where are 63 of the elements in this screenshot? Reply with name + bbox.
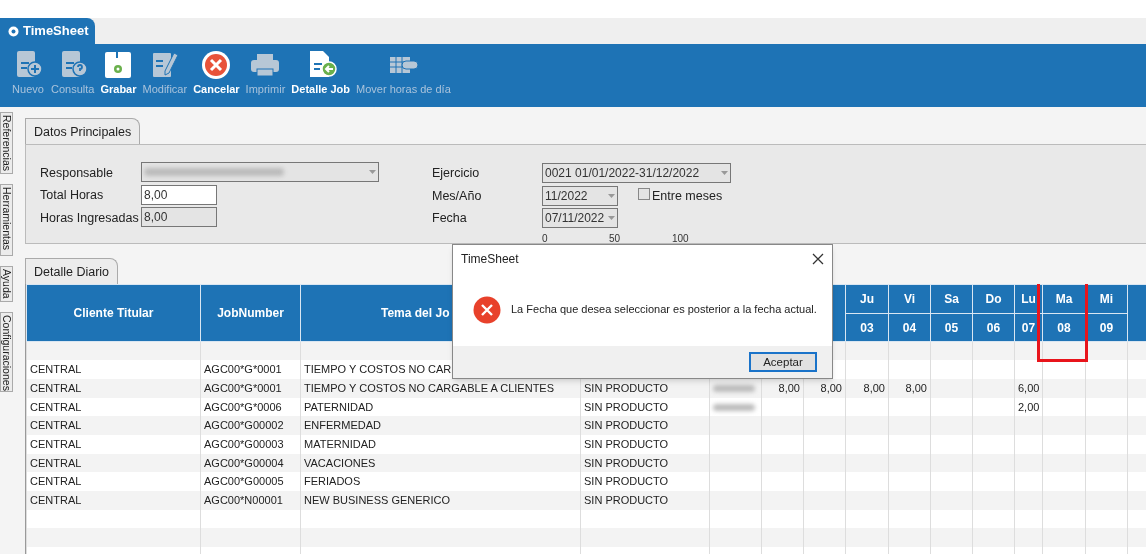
field-label: Ejercicio: [432, 165, 480, 182]
side-tab[interactable]: Ayuda: [0, 266, 13, 302]
table-cell: SIN PRODUCTO: [580, 491, 710, 510]
column-header[interactable]: Vi: [888, 284, 931, 314]
field-label: Responsable: [40, 165, 113, 182]
table-cell: AGC00*G*0001: [200, 360, 301, 379]
table-cell: AGC00*G00003: [200, 434, 301, 454]
field-label: Mes/Año: [432, 188, 482, 205]
column-header[interactable]: Do: [972, 284, 1015, 314]
table-cell: AGC00*G*0001: [200, 378, 301, 398]
table-cell: 6,00: [1014, 378, 1043, 398]
field-label: Total Horas: [40, 187, 104, 204]
error-icon: [473, 295, 501, 324]
toolbar-button[interactable]: Grabar: [99, 49, 138, 96]
dropdown-field[interactable]: [141, 162, 379, 182]
column-header[interactable]: Sa: [930, 284, 973, 314]
logo-icon: [8, 25, 19, 37]
table-cell: CENTRAL: [26, 416, 201, 435]
close-icon[interactable]: [812, 253, 824, 265]
dropdown-icon: [608, 216, 615, 220]
dropdown-field[interactable]: 11/2022: [542, 186, 618, 206]
field-label: Fecha: [432, 210, 467, 227]
table-cell: AGC00*G00002: [200, 416, 301, 435]
table-cell: CENTRAL: [26, 378, 201, 398]
app-tab[interactable]: TimeSheet: [0, 18, 95, 44]
table-cell: NEW BUSINESS GENERICO: [300, 491, 581, 510]
column-header[interactable]: Mi: [1085, 284, 1128, 314]
table-cell: CENTRAL: [26, 360, 201, 379]
table-cell: SIN PRODUCTO: [580, 434, 710, 454]
table-cell: CENTRAL: [26, 491, 201, 510]
table-cell: MATERNIDAD: [300, 434, 581, 454]
dropdown-field[interactable]: 07/11/2022: [542, 208, 618, 228]
table-cell: SIN PRODUCTO: [580, 416, 710, 435]
scale-label: 0: [542, 232, 548, 246]
side-tab[interactable]: Referencias: [0, 112, 13, 174]
table-cell: ENFERMEDAD: [300, 416, 581, 435]
dropdown-icon: [608, 194, 615, 198]
dropdown-icon: [369, 170, 376, 174]
field-label: Entre meses: [652, 188, 723, 205]
side-tab[interactable]: Herramientas: [0, 184, 13, 256]
table-cell: CENTRAL: [26, 434, 201, 454]
dropdown-icon: [721, 171, 728, 175]
table-cell: 8,00: [888, 378, 931, 398]
toolbar-button[interactable]: Detalle Job: [290, 49, 351, 96]
toolbar-button[interactable]: Cancelar: [192, 49, 241, 96]
table-cell: AGC00*N00001: [200, 491, 301, 510]
column-header[interactable]: Cliente Titular: [26, 284, 201, 342]
ok-button[interactable]: Aceptar: [749, 352, 817, 372]
column-header[interactable]: JobNumber: [200, 284, 301, 342]
dialog-title: TimeSheet: [461, 251, 519, 268]
field-label: Horas Ingresadas: [40, 210, 139, 227]
column-header[interactable]: Ju: [845, 284, 889, 314]
column-header[interactable]: Ma: [1042, 284, 1086, 314]
checkbox[interactable]: [638, 188, 650, 200]
input-field[interactable]: 8,00: [141, 207, 217, 227]
input-field[interactable]: 8,00: [141, 185, 217, 205]
scale-label: 100: [672, 232, 689, 246]
table-cell: 8,00: [845, 378, 889, 398]
scale-label: 50: [609, 232, 621, 246]
side-tab[interactable]: Configuraciones: [0, 312, 13, 392]
section-tab[interactable]: Detalle Diario: [25, 258, 119, 284]
dropdown-field[interactable]: 0021 01/01/2022-31/12/2022: [542, 163, 731, 183]
section-tab[interactable]: Datos Principales: [25, 118, 141, 144]
